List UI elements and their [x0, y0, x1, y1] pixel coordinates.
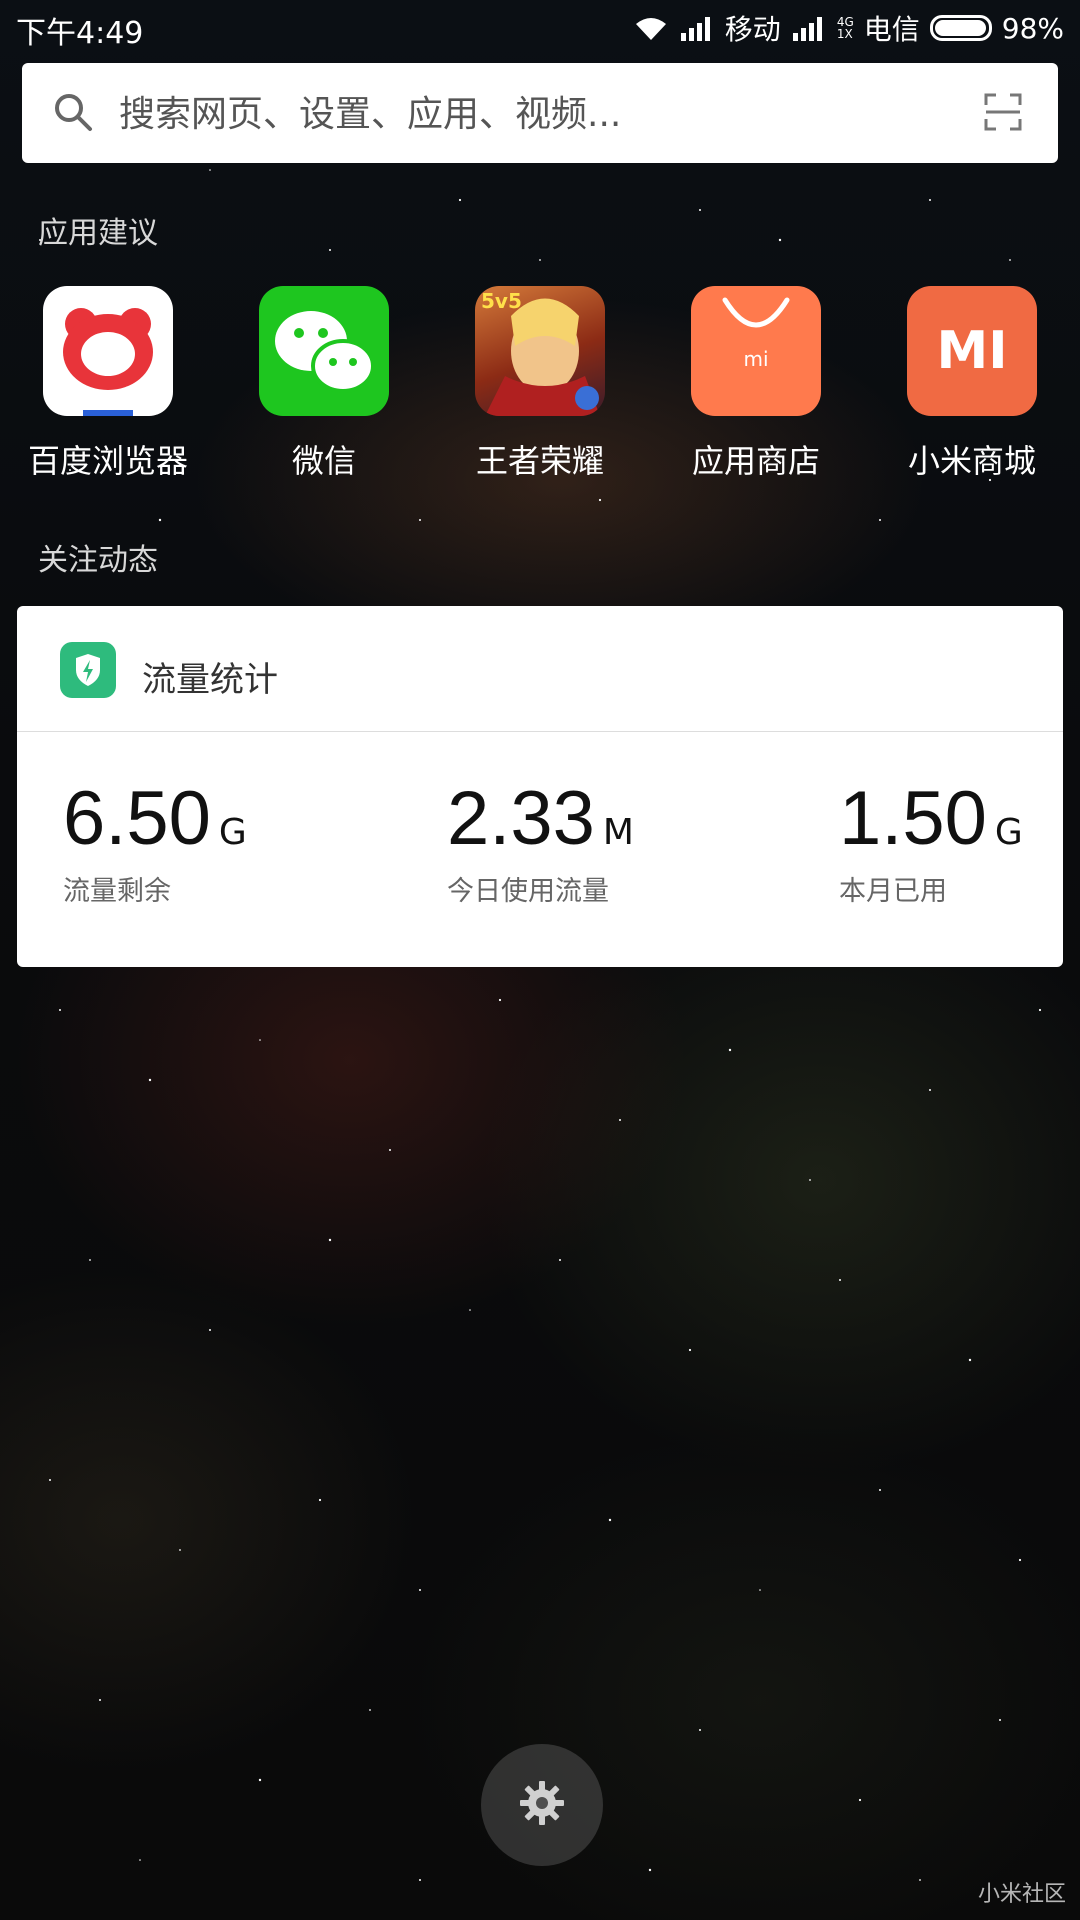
shield-lightning-icon	[60, 642, 116, 698]
game-badge: 5v5	[481, 289, 522, 313]
stat-unit: G	[994, 812, 1023, 853]
app-honor-of-kings[interactable]: 5v5 王者荣耀	[440, 286, 640, 482]
app-wechat[interactable]: 微信	[224, 286, 424, 482]
status-time: 下午4:49	[16, 16, 144, 51]
stat-today: 2.33 M 今日使用流量	[447, 781, 634, 908]
gear-icon	[518, 1779, 566, 1831]
app-label: 百度浏览器	[27, 442, 188, 480]
stat-unit: M	[602, 812, 634, 853]
mi-store-icon: MI	[907, 286, 1037, 416]
carrier-1-label: 移动	[724, 13, 781, 46]
app-app-store[interactable]: mi 应用商店	[656, 286, 856, 482]
search-bar[interactable]	[22, 63, 1058, 163]
honor-of-kings-icon: 5v5	[475, 286, 605, 416]
stat-month: 1.50 G 本月已用	[839, 781, 1023, 908]
stat-label: 流量剩余	[63, 876, 171, 907]
wifi-icon	[633, 14, 669, 42]
search-icon[interactable]	[52, 91, 94, 137]
network-type-bottom: 1X	[836, 27, 853, 41]
app-label: 应用商店	[691, 442, 820, 480]
app-store-badge: mi	[743, 347, 768, 371]
follow-section-title: 关注动态	[38, 543, 158, 578]
app-label: 微信	[291, 442, 356, 480]
app-store-icon: mi	[691, 286, 821, 416]
mi-store-badge: MI	[936, 321, 1007, 381]
battery-fill	[934, 20, 986, 36]
status-bar: 下午4:49 移动 4G 1X 电信 98%	[0, 0, 1080, 52]
network-type-indicator: 4G 1X	[837, 16, 854, 40]
battery-percent: 98%	[1001, 11, 1064, 45]
suggested-apps-row: 百度浏览器 微信 5v5 王者荣耀 mi 应用商店 MI 小米商城	[0, 286, 1080, 486]
stat-label: 今日使用流量	[447, 876, 609, 907]
carrier-2-label: 电信	[863, 13, 920, 46]
apps-section-title: 应用建议	[38, 216, 158, 251]
signal-strength-icon	[679, 15, 715, 41]
watermark: 小米社区	[977, 1882, 1066, 1907]
search-input[interactable]	[117, 85, 941, 143]
stat-label: 本月已用	[839, 876, 947, 907]
app-label: 小米商城	[907, 442, 1036, 480]
stat-value: 1.50	[839, 776, 987, 861]
wechat-icon	[259, 286, 389, 416]
battery-icon	[929, 15, 992, 41]
data-usage-card[interactable]: 流量统计 6.50 G 流量剩余 2.33 M 今日使用流量 1.50 G 本月已用	[17, 606, 1063, 967]
stat-value: 2.33	[447, 776, 595, 861]
stat-value: 6.50	[63, 776, 211, 861]
app-baidu-browser[interactable]: 百度浏览器	[8, 286, 208, 482]
signal-strength-icon-2	[791, 15, 827, 41]
stat-remaining: 6.50 G 流量剩余	[63, 781, 247, 908]
status-icons: 移动 4G 1X 电信 98%	[633, 8, 1064, 48]
scan-icon[interactable]	[984, 93, 1022, 135]
card-header: 流量统计	[17, 606, 1063, 732]
stat-unit: G	[218, 812, 247, 853]
app-mi-store[interactable]: MI 小米商城	[872, 286, 1072, 482]
baidu-browser-icon	[43, 286, 173, 416]
settings-button[interactable]	[481, 1744, 603, 1866]
card-title: 流量统计	[142, 660, 278, 700]
app-label: 王者荣耀	[475, 442, 604, 480]
